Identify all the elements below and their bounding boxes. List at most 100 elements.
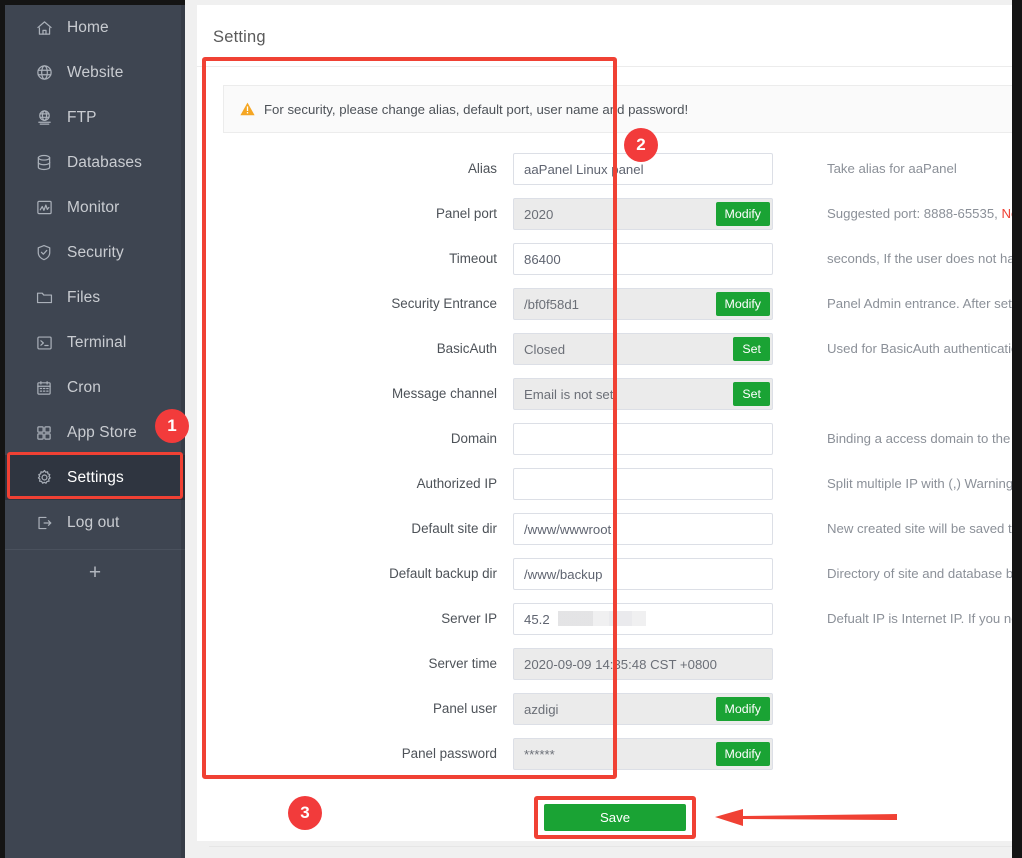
sidebar-add-button[interactable]: + bbox=[5, 550, 185, 596]
form-row: Server IPDefualt IP is Internet IP. If y… bbox=[197, 603, 1022, 648]
security-warning-text: For security, please change alias, defau… bbox=[264, 102, 688, 117]
form-row: Authorized IPSplit multiple IP with (,) … bbox=[197, 468, 1022, 513]
sidebar-nav: Home Website FTP Databases Monitor Security Fi… bbox=[5, 5, 185, 545]
field-control: Modify bbox=[513, 738, 773, 770]
field-help-text: Used for BasicAuth authentication config… bbox=[827, 333, 1022, 365]
field-modify-button[interactable]: Modify bbox=[716, 202, 771, 226]
sidebar-item-monitor[interactable]: Monitor bbox=[5, 185, 185, 230]
sidebar-item-databases[interactable]: Databases bbox=[5, 140, 185, 185]
form-row: Server time bbox=[197, 648, 1022, 693]
field-help-main: seconds, If the user does not have any o… bbox=[827, 251, 1022, 266]
calendar-icon bbox=[33, 379, 55, 397]
save-button[interactable]: Save bbox=[544, 804, 686, 831]
field-help-text: Take alias for aaPanel bbox=[827, 153, 957, 185]
field-input[interactable] bbox=[513, 558, 773, 590]
sidebar-item-log-out[interactable]: Log out bbox=[5, 500, 185, 545]
folder-icon bbox=[33, 289, 55, 307]
sidebar-item-cron[interactable]: Cron bbox=[5, 365, 185, 410]
field-help-text: New created site will be saved to subdir… bbox=[827, 513, 1022, 545]
form-row: Default site dirNew created site will be… bbox=[197, 513, 1022, 558]
field-help-main: Used for BasicAuth authentication config… bbox=[827, 341, 1022, 356]
field-control bbox=[513, 513, 773, 545]
pointer-arrow-annotation bbox=[713, 805, 897, 829]
form-row: Message channelSet bbox=[197, 378, 1022, 423]
form-row: Panel portModifySuggested port: 8888-655… bbox=[197, 198, 1022, 243]
sidebar-item-label: App Store bbox=[67, 425, 137, 441]
screen: Home Website FTP Databases Monitor Security Fi… bbox=[0, 0, 1022, 858]
sidebar-item-label: Log out bbox=[67, 515, 119, 531]
shield-icon bbox=[33, 244, 55, 262]
sidebar-item-label: Monitor bbox=[67, 200, 119, 216]
database-icon bbox=[33, 154, 55, 172]
field-help-main: Binding a access domain to the Panel War… bbox=[827, 431, 1022, 446]
field-input[interactable] bbox=[513, 513, 773, 545]
sidebar-item-label: Home bbox=[67, 20, 109, 36]
sidebar-item-home[interactable]: Home bbox=[5, 5, 185, 50]
field-control bbox=[513, 603, 773, 635]
warning-triangle-icon bbox=[240, 102, 255, 117]
form-row: Default backup dir Directory of site and … bbox=[197, 558, 1022, 603]
form-row: DomainBinding a access domain to the Pan… bbox=[197, 423, 1022, 468]
sidebar-item-label: FTP bbox=[67, 110, 97, 126]
field-help-main: Suggested port: 8888-65535, bbox=[827, 206, 1002, 221]
field-modify-button[interactable]: Modify bbox=[716, 697, 771, 721]
field-label: Default backup dir bbox=[197, 558, 513, 590]
field-input[interactable] bbox=[513, 468, 773, 500]
field-input[interactable] bbox=[513, 648, 773, 680]
field-control bbox=[513, 558, 773, 590]
form-row: Panel user Modify bbox=[197, 693, 1022, 738]
field-set-button[interactable]: Set bbox=[733, 337, 770, 361]
field-help-text: Panel Admin entrance. After setting, you… bbox=[827, 288, 1022, 320]
main-content: Setting For security, please change alia… bbox=[185, 0, 1022, 858]
field-label: BasicAuth bbox=[197, 333, 513, 365]
footer-divider bbox=[209, 846, 1022, 847]
save-button-highlight: Save bbox=[534, 796, 696, 839]
settings-form: Alias Take alias for aaPanel Panel portMod… bbox=[197, 153, 1022, 783]
field-control bbox=[513, 423, 773, 455]
sidebar-item-settings[interactable]: Settings bbox=[5, 455, 185, 500]
form-row: Timeoutseconds, If the user does not hav… bbox=[197, 243, 1022, 288]
field-label: Panel user bbox=[197, 693, 513, 725]
field-control bbox=[513, 243, 773, 275]
terminal-icon bbox=[33, 334, 55, 352]
sidebar-item-label: Settings bbox=[67, 470, 124, 486]
field-label: Security Entrance bbox=[197, 288, 513, 320]
field-modify-button[interactable]: Modify bbox=[716, 742, 771, 766]
sidebar-item-website[interactable]: Website bbox=[5, 50, 185, 95]
form-row: Panel password Modify bbox=[197, 738, 1022, 783]
field-label: Alias bbox=[197, 153, 513, 185]
form-row: Security Entrance Modify Panel Admin entra… bbox=[197, 288, 1022, 333]
sidebar-item-label: Security bbox=[67, 245, 124, 261]
field-help-main: Take alias for aaPanel bbox=[827, 161, 957, 176]
logout-icon bbox=[33, 514, 55, 532]
field-modify-button[interactable]: Modify bbox=[716, 292, 771, 316]
field-help-text: Defualt IP is Internet IP. If you need u… bbox=[827, 603, 1022, 635]
sidebar-item-terminal[interactable]: Terminal bbox=[5, 320, 185, 365]
sidebar-item-ftp[interactable]: FTP bbox=[5, 95, 185, 140]
sidebar-item-label: Cron bbox=[67, 380, 101, 396]
field-help-main: Directory of site and database backup! bbox=[827, 566, 1022, 581]
form-row: Alias Take alias for aaPanel bbox=[197, 153, 1022, 198]
field-input[interactable] bbox=[513, 243, 773, 275]
settings-card: Setting For security, please change alia… bbox=[197, 5, 1022, 841]
field-label: Panel password bbox=[197, 738, 513, 770]
sidebar-item-security[interactable]: Security bbox=[5, 230, 185, 275]
security-warning-banner: For security, please change alias, defau… bbox=[223, 85, 1013, 133]
globe-icon bbox=[33, 64, 55, 82]
monitor-icon bbox=[33, 199, 55, 217]
field-control: Set bbox=[513, 378, 773, 410]
title-divider bbox=[197, 66, 1022, 67]
field-control: Modify bbox=[513, 693, 773, 725]
field-control: Modify bbox=[513, 288, 773, 320]
field-help-text: Suggested port: 8888-65535, Note: For se… bbox=[827, 198, 1022, 230]
field-help-main: Split multiple IP with (,) Warning： If a… bbox=[827, 476, 1022, 491]
sidebar-item-files[interactable]: Files bbox=[5, 275, 185, 320]
field-help-text: Split multiple IP with (,) Warning： If a… bbox=[827, 468, 1022, 500]
field-help-text: Directory of site and database backup! bbox=[827, 558, 1022, 590]
sidebar-item-label: Website bbox=[67, 65, 123, 81]
field-help-text: seconds, If the user does not have any o… bbox=[827, 243, 1022, 275]
ftp-icon bbox=[33, 109, 55, 127]
field-set-button[interactable]: Set bbox=[733, 382, 770, 406]
field-input[interactable] bbox=[513, 423, 773, 455]
field-label: Server time bbox=[197, 648, 513, 680]
